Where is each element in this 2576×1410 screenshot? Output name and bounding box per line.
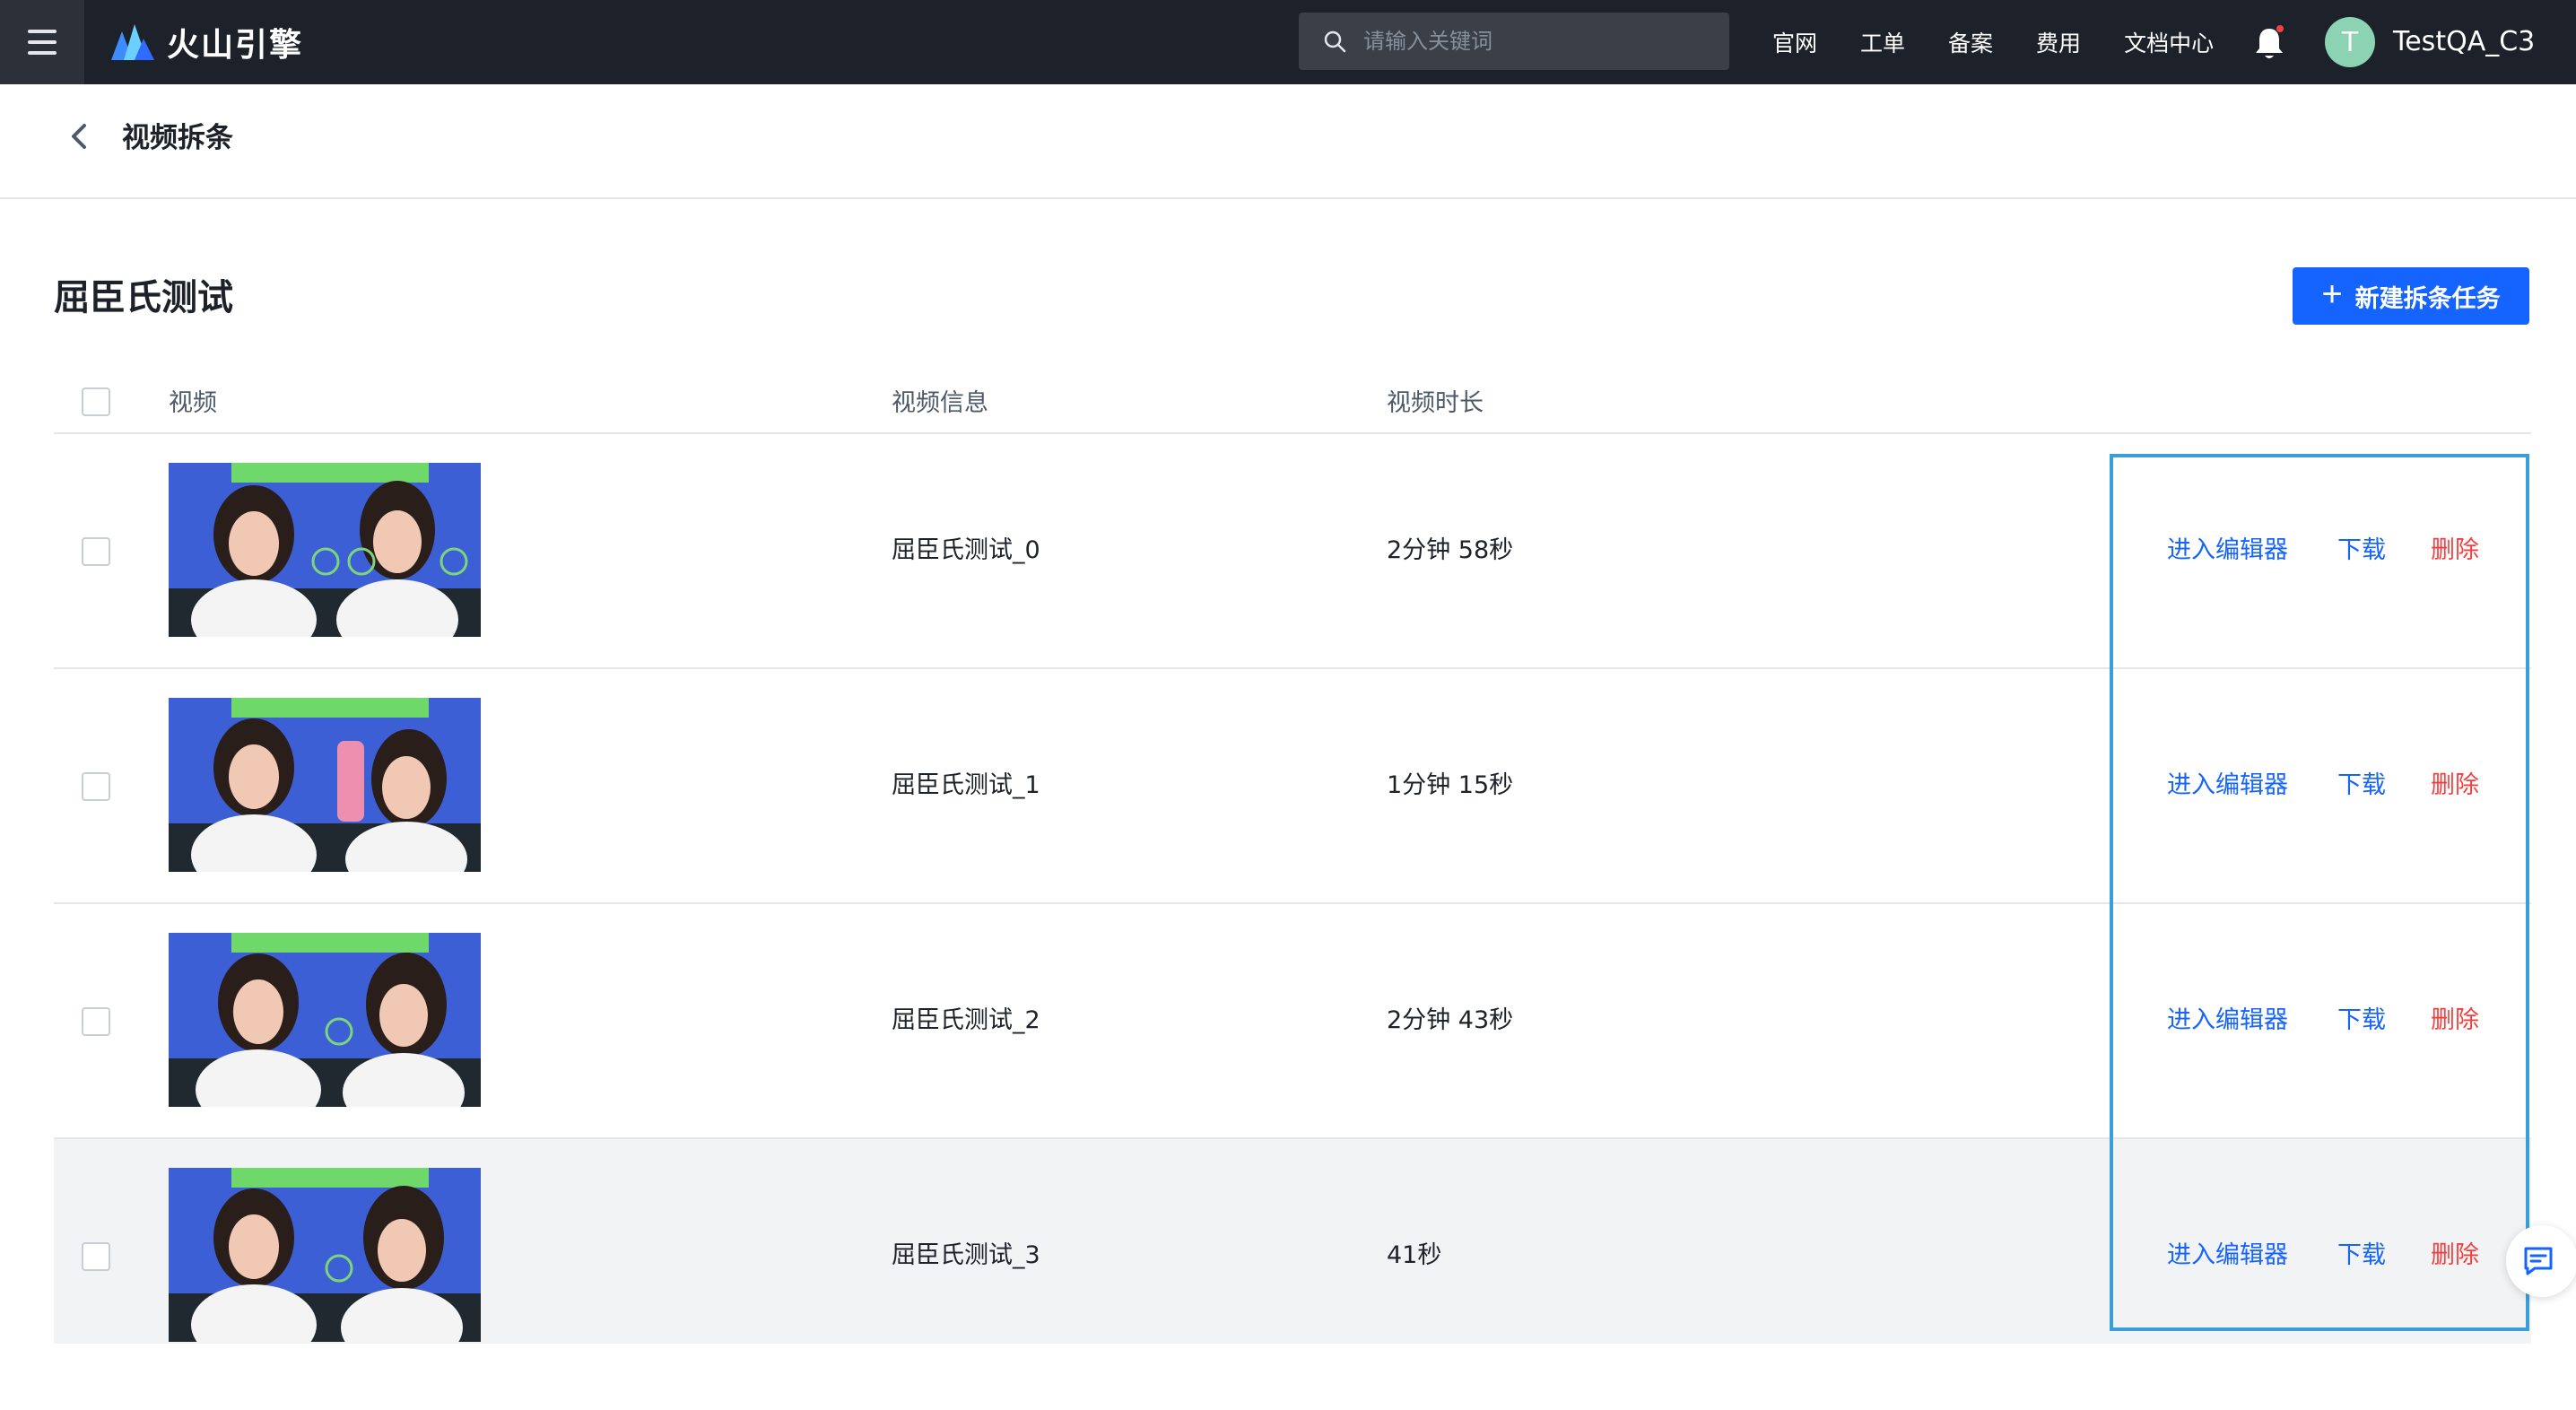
- nav-billing[interactable]: 费用: [2036, 26, 2081, 58]
- video-info: 屈臣氏测试_2: [892, 1006, 1040, 1034]
- row-checkbox[interactable]: [82, 772, 110, 801]
- page-header: 视频拆条: [0, 84, 2576, 199]
- download-link[interactable]: 下载: [2337, 1240, 2386, 1272]
- select-all-checkbox[interactable]: [82, 387, 110, 416]
- enter-editor-link[interactable]: 进入编辑器: [2167, 1240, 2288, 1272]
- notification-dot: [2276, 25, 2284, 32]
- feedback-float-button[interactable]: [2506, 1225, 2576, 1297]
- table-row: 屈臣氏测试_1 1分钟 15秒 进入编辑器 下载 删除: [54, 669, 2531, 904]
- video-duration: 2分钟 43秒: [1387, 1006, 1514, 1034]
- row-checkbox[interactable]: [82, 1007, 110, 1036]
- table-row: 屈臣氏测试_2 2分钟 43秒 进入编辑器 下载 删除: [54, 904, 2531, 1139]
- delete-link[interactable]: 删除: [2431, 1240, 2479, 1272]
- search-box[interactable]: [1299, 13, 1729, 70]
- avatar[interactable]: T: [2325, 17, 2375, 67]
- search-icon: [1324, 30, 1346, 53]
- video-thumbnail[interactable]: [169, 463, 481, 637]
- video-duration: 2分钟 58秒: [1387, 536, 1514, 564]
- project-title: 屈臣氏测试: [54, 277, 233, 318]
- top-nav: 官网 工单 备案 费用 文档中心: [1772, 0, 2257, 84]
- column-header-duration: 视频时长: [1387, 389, 1484, 417]
- enter-editor-link[interactable]: 进入编辑器: [2167, 535, 2288, 567]
- search-input[interactable]: [1363, 29, 1722, 54]
- download-link[interactable]: 下载: [2337, 1005, 2386, 1037]
- new-split-task-label: 新建拆条任务: [2354, 284, 2501, 312]
- page-title: 视频拆条: [122, 122, 233, 154]
- nav-tickets[interactable]: 工单: [1860, 26, 1905, 58]
- table-header: 视频 视频信息 视频时长: [54, 371, 2531, 434]
- nav-docs[interactable]: 文档中心: [2124, 26, 2214, 58]
- notification-bell-icon[interactable]: [2253, 25, 2285, 61]
- delete-link[interactable]: 删除: [2431, 1005, 2479, 1037]
- top-navbar: 火山引擎 官网 工单 备案 费用 文档中心 T TestQA_C3: [0, 0, 2576, 84]
- video-thumbnail[interactable]: [169, 933, 481, 1107]
- video-duration: 1分钟 15秒: [1387, 771, 1514, 799]
- download-link[interactable]: 下载: [2337, 535, 2386, 567]
- column-header-info: 视频信息: [892, 389, 988, 417]
- logo-text: 火山引擎: [167, 27, 304, 64]
- video-table: 视频 视频信息 视频时长 屈臣氏测试_0 2分钟 58秒 进入编辑器 下载 删除…: [54, 371, 2531, 1344]
- video-info: 屈臣氏测试_0: [892, 536, 1040, 564]
- video-thumbnail[interactable]: [169, 1168, 481, 1342]
- back-arrow-icon[interactable]: [63, 120, 95, 152]
- logo[interactable]: 火山引擎: [108, 20, 303, 65]
- table-row: 屈臣氏测试_0 2分钟 58秒 进入编辑器 下载 删除: [54, 434, 2531, 669]
- hamburger-menu-icon[interactable]: [0, 0, 84, 84]
- new-split-task-button[interactable]: + 新建拆条任务: [2293, 267, 2529, 325]
- video-info: 屈臣氏测试_1: [892, 771, 1040, 799]
- column-header-video: 视频: [169, 389, 217, 417]
- video-duration: 41秒: [1387, 1241, 1442, 1269]
- download-link[interactable]: 下载: [2337, 770, 2386, 802]
- plus-icon: +: [2321, 274, 2343, 314]
- enter-editor-link[interactable]: 进入编辑器: [2167, 1005, 2288, 1037]
- enter-editor-link[interactable]: 进入编辑器: [2167, 770, 2288, 802]
- nav-official-site[interactable]: 官网: [1772, 26, 1817, 58]
- row-checkbox[interactable]: [82, 1242, 110, 1271]
- video-info: 屈臣氏测试_3: [892, 1241, 1040, 1269]
- delete-link[interactable]: 删除: [2431, 770, 2479, 802]
- chat-feedback-icon: [2524, 1247, 2553, 1275]
- video-thumbnail[interactable]: [169, 698, 481, 872]
- row-checkbox[interactable]: [82, 537, 110, 566]
- nav-filing[interactable]: 备案: [1948, 26, 1993, 58]
- username[interactable]: TestQA_C3: [2393, 25, 2535, 59]
- volcano-logo-icon: [111, 24, 154, 60]
- delete-link[interactable]: 删除: [2431, 535, 2479, 567]
- table-row: 屈臣氏测试_3 41秒 进入编辑器 下载 删除: [54, 1139, 2531, 1344]
